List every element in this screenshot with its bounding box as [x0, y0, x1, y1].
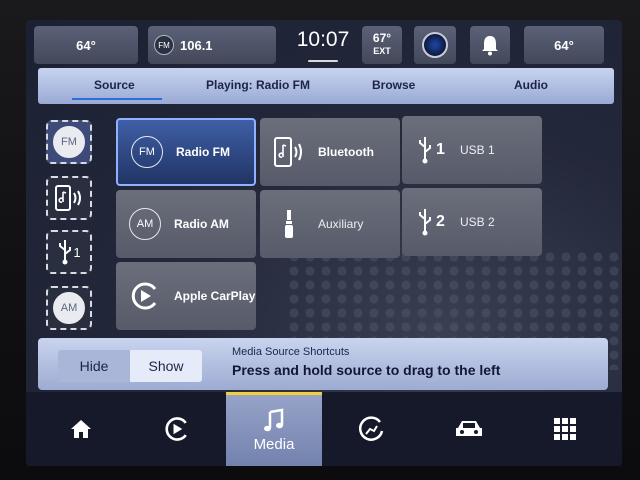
source-auxiliary[interactable]: Auxiliary: [260, 190, 400, 258]
usb-number: 2: [436, 213, 445, 230]
exterior-temp: 67° EXT: [362, 26, 402, 64]
source-usb2[interactable]: 2 USB 2: [402, 188, 542, 256]
status-bar: 64° FM 106.1 10:07 67° EXT 64°: [26, 20, 622, 68]
nav-media[interactable]: Media: [226, 392, 322, 466]
source-label: USB 2: [460, 215, 495, 229]
usb-icon: [59, 240, 72, 265]
source-label: Auxiliary: [318, 217, 364, 231]
usb-icon: [419, 209, 432, 236]
source-usb1[interactable]: 1 USB 1: [402, 116, 542, 184]
tab-browse[interactable]: Browse: [372, 78, 415, 92]
usb-number: 1: [73, 244, 81, 260]
nav-media-label: Media: [253, 436, 295, 453]
exterior-temp-label: EXT: [373, 46, 391, 56]
clock-underline: [308, 60, 338, 62]
notifications-button[interactable]: [470, 26, 510, 64]
source-label: Bluetooth: [318, 145, 374, 159]
source-label: USB 1: [460, 143, 495, 157]
bluetooth-phone-icon: [274, 137, 302, 167]
source-bluetooth[interactable]: Bluetooth: [260, 118, 400, 186]
home-icon: [71, 420, 91, 438]
am-icon: AM: [53, 292, 85, 324]
tab-active-indicator: [72, 98, 162, 100]
source-label: Apple CarPlay: [174, 289, 256, 303]
driver-temp: 64°: [76, 37, 96, 53]
info-text: Press and hold source to drag to the lef…: [232, 362, 501, 378]
tab-audio[interactable]: Audio: [514, 78, 548, 92]
passenger-temp: 64°: [554, 37, 574, 53]
shortcut-usb1[interactable]: 1: [46, 230, 92, 274]
source-radio-fm[interactable]: FM Radio FM: [116, 118, 256, 186]
fm-icon: FM: [53, 126, 85, 158]
fm-icon: FM: [131, 136, 163, 168]
shortcuts-info-bar: Hide Show Media Source Shortcuts Press a…: [38, 338, 608, 390]
source-apple-carplay[interactable]: Apple CarPlay: [116, 262, 256, 330]
bottom-nav: Media: [26, 392, 622, 466]
carplay-icon: [165, 417, 187, 441]
driver-temp-control[interactable]: 64°: [34, 26, 138, 64]
usb-number: 1: [436, 141, 445, 158]
shortcut-am[interactable]: AM: [46, 286, 92, 330]
shortcut-fm[interactable]: FM: [46, 120, 92, 164]
clock: 10:07: [296, 28, 350, 51]
nav-vehicle[interactable]: [444, 392, 494, 466]
hide-button[interactable]: Hide: [58, 350, 130, 382]
apps-grid-icon: [554, 418, 576, 440]
source-label: Radio AM: [174, 217, 229, 231]
aux-jack-icon: [285, 210, 293, 238]
tab-source[interactable]: Source: [94, 78, 135, 92]
bluetooth-phone-icon: [55, 185, 81, 211]
am-icon: AM: [129, 208, 161, 240]
nav-carplay[interactable]: [152, 392, 202, 466]
nav-comfort[interactable]: [346, 392, 396, 466]
usb-icon: [419, 137, 432, 164]
infotainment-screen: 64° FM 106.1 10:07 67° EXT 64° Source Pl…: [26, 20, 622, 466]
carplay-icon: [131, 282, 157, 310]
shortcut-bluetooth[interactable]: [46, 176, 92, 220]
source-radio-am[interactable]: AM Radio AM: [116, 190, 256, 258]
media-tabs: Source Playing: Radio FM Browse Audio: [38, 68, 614, 104]
music-note-icon: [264, 408, 284, 432]
tab-playing[interactable]: Playing: Radio FM: [206, 78, 310, 92]
show-button[interactable]: Show: [130, 350, 202, 382]
shortcuts-toggle: Hide Show: [58, 350, 202, 382]
profile-icon: [422, 32, 448, 58]
car-icon: [456, 421, 482, 436]
passenger-temp-control[interactable]: 64°: [524, 26, 604, 64]
bell-icon: [482, 36, 498, 56]
radio-station: 106.1: [180, 37, 213, 53]
nav-apps[interactable]: [540, 392, 590, 466]
source-label: Radio FM: [176, 145, 230, 159]
fm-icon: FM: [154, 35, 174, 55]
now-playing-chip[interactable]: FM 106.1: [148, 26, 276, 64]
nav-home[interactable]: [56, 392, 106, 466]
info-title: Media Source Shortcuts: [232, 346, 350, 358]
profile-button[interactable]: [414, 26, 456, 64]
exterior-temp-value: 67°: [372, 31, 392, 45]
comfort-icon: [359, 416, 384, 441]
